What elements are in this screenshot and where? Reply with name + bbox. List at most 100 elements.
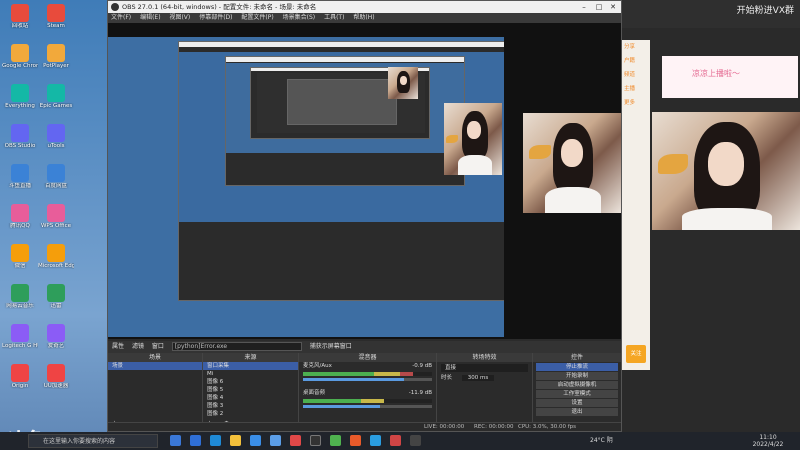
desktop-icon[interactable]: 迅雷	[38, 282, 74, 316]
obs-statusbar: LIVE: 00:00:00 REC: 00:00:00 CPU: 3.0%, …	[108, 422, 621, 431]
transition-select[interactable]: 直接	[441, 364, 528, 372]
start-recording-button[interactable]: 开始录制	[536, 372, 618, 380]
desktop-icon-label: Google Chrome	[2, 63, 38, 69]
menu-edit[interactable]: 编辑(E)	[140, 14, 160, 21]
app-icon	[47, 284, 65, 302]
desktop-icon[interactable]: WPS Office	[38, 202, 74, 236]
menu-file[interactable]: 文件(F)	[111, 14, 131, 21]
mail-icon[interactable]	[270, 435, 281, 446]
task-view-icon[interactable]	[170, 435, 181, 446]
menu-item[interactable]: 户籍	[622, 54, 650, 68]
source-item[interactable]: 图像 3	[203, 402, 298, 410]
follow-button[interactable]: 关注	[626, 345, 646, 363]
menu-item[interactable]: 分享	[622, 40, 650, 54]
app-icon	[11, 124, 29, 142]
menu-item[interactable]: 主播	[622, 82, 650, 96]
source-item[interactable]: 图像 4	[203, 394, 298, 402]
settings-button[interactable]: 设置	[536, 399, 618, 407]
app-icon	[47, 124, 65, 142]
desktop-icon-label: Everything	[5, 103, 35, 109]
desktop-icon[interactable]: 微信	[2, 242, 38, 276]
filters-button[interactable]: 滤镜	[132, 343, 144, 350]
desktop-icon[interactable]: PotPlayer	[38, 42, 74, 76]
transitions-dock-title: 转场特效	[437, 353, 532, 362]
source-item[interactable]: 图像 2	[203, 410, 298, 418]
weather-widget[interactable]: 24°C 阴	[590, 437, 613, 444]
source-item[interactable]: 图像 5	[203, 386, 298, 394]
desktop-icon[interactable]: Everything	[2, 82, 38, 116]
nested-obs-window-2	[225, 56, 465, 186]
wechat-taskbar-icon[interactable]	[330, 435, 341, 446]
desktop-icon[interactable]: uTools	[38, 122, 74, 156]
desktop-icon[interactable]: Origin	[2, 362, 38, 396]
menu-scene-collection[interactable]: 场景集合(S)	[283, 14, 316, 21]
widgets-icon[interactable]	[190, 435, 201, 446]
app-icon	[47, 244, 65, 262]
desktop-icon[interactable]: 回收站	[2, 2, 38, 36]
desktop-icon[interactable]: Microsoft Edge	[38, 242, 74, 276]
maximize-icon[interactable]: □	[592, 1, 606, 13]
captured-desktop	[108, 37, 504, 337]
menu-profile[interactable]: 配置文件(P)	[241, 14, 273, 21]
properties-button[interactable]: 属性	[112, 343, 124, 350]
source-item[interactable]: 窗口采集	[203, 362, 298, 370]
desktop-icon[interactable]: 百度网盘	[38, 162, 74, 196]
menu-tools[interactable]: 工具(T)	[324, 14, 344, 21]
desktop-icon[interactable]: Google Chrome	[2, 42, 38, 76]
desktop-icon[interactable]: OBS Studio	[2, 122, 38, 156]
obs-taskbar-icon[interactable]	[310, 435, 321, 446]
menu-view[interactable]: 视图(V)	[169, 14, 190, 21]
desktop-icon-label: 腾讯QQ	[10, 223, 30, 229]
obs-title: OBS 27.0.1 (64-bit, windows) - 配置文件: 未命名…	[122, 3, 317, 11]
app-icon	[11, 44, 29, 62]
qq-taskbar-icon[interactable]	[370, 435, 381, 446]
stop-streaming-button[interactable]: 停止推流	[536, 363, 618, 371]
transition-duration[interactable]: 时长 300 ms	[437, 374, 532, 382]
close-icon[interactable]: ✕	[606, 1, 620, 13]
menu-docks[interactable]: 停靠部件(D)	[199, 14, 232, 21]
desktop-icon[interactable]: Logitech G HUB	[2, 322, 38, 356]
desktop-icon[interactable]: 腾讯QQ	[2, 202, 38, 236]
desktop-icon[interactable]: 网易云音乐	[2, 282, 38, 316]
desktop-icon[interactable]: UU加速器	[38, 362, 74, 396]
menu-item[interactable]: 更多	[622, 96, 650, 110]
studio-mode-button[interactable]: 工作室模式	[536, 390, 618, 398]
source-item[interactable]: Mi	[203, 370, 298, 378]
obs-window[interactable]: OBS 27.0.1 (64-bit, windows) - 配置文件: 未命名…	[107, 0, 622, 432]
exit-button[interactable]: 退出	[536, 408, 618, 416]
minimize-icon[interactable]: –	[577, 1, 591, 13]
virtual-camera-button[interactable]: 启动虚拟摄像机	[536, 381, 618, 389]
app-icon	[47, 84, 65, 102]
window-select[interactable]: [python]Error.exe	[171, 342, 302, 351]
desktop-icon[interactable]: 斗鱼直播	[2, 162, 38, 196]
clock[interactable]: 11:10 2022/4/22	[748, 434, 788, 448]
desktop-icon[interactable]: Epic Games	[38, 82, 74, 116]
audio-meter-desktop	[303, 399, 432, 403]
volume-slider-mic[interactable]	[303, 378, 432, 381]
douyu-taskbar-icon[interactable]	[350, 435, 361, 446]
desktop-icon-label: 微信	[14, 263, 26, 269]
scene-item[interactable]: 场景	[108, 362, 202, 370]
volume-slider-desktop[interactable]	[303, 405, 432, 408]
taskbar-search[interactable]: 在这里输入你要搜索的内容	[28, 434, 158, 448]
obs-preview[interactable]	[108, 23, 621, 339]
edge-icon[interactable]	[210, 435, 221, 446]
desktop-icon[interactable]: Steam	[38, 2, 74, 36]
app-icon	[47, 364, 65, 382]
explorer-icon[interactable]	[230, 435, 241, 446]
netease-taskbar-icon[interactable]	[390, 435, 401, 446]
source-item[interactable]: 图像 6	[203, 378, 298, 386]
menu-help[interactable]: 帮助(H)	[353, 14, 374, 21]
obs-titlebar[interactable]: OBS 27.0.1 (64-bit, windows) - 配置文件: 未命名…	[108, 1, 621, 13]
obs-docks: 属性 滤镜 窗口 [python]Error.exe 捕获示屏幕窗口 场景 场景…	[108, 341, 621, 431]
header-text: 开始粉进VX群	[736, 6, 794, 16]
active-window-icon[interactable]	[410, 435, 421, 446]
store-icon[interactable]	[250, 435, 261, 446]
desktop-icon-label: Origin	[11, 383, 29, 389]
audio-meter-mic	[303, 372, 432, 376]
sources-dock: 来源 窗口采集 Mi 图像 6 图像 5 图像 4 图像 3 图像 2 ＋ − …	[202, 353, 298, 431]
app-icon[interactable]	[290, 435, 301, 446]
webcam-overlay	[652, 112, 800, 230]
menu-item[interactable]: 频道	[622, 68, 650, 82]
desktop-icon[interactable]: 爱奇艺	[38, 322, 74, 356]
